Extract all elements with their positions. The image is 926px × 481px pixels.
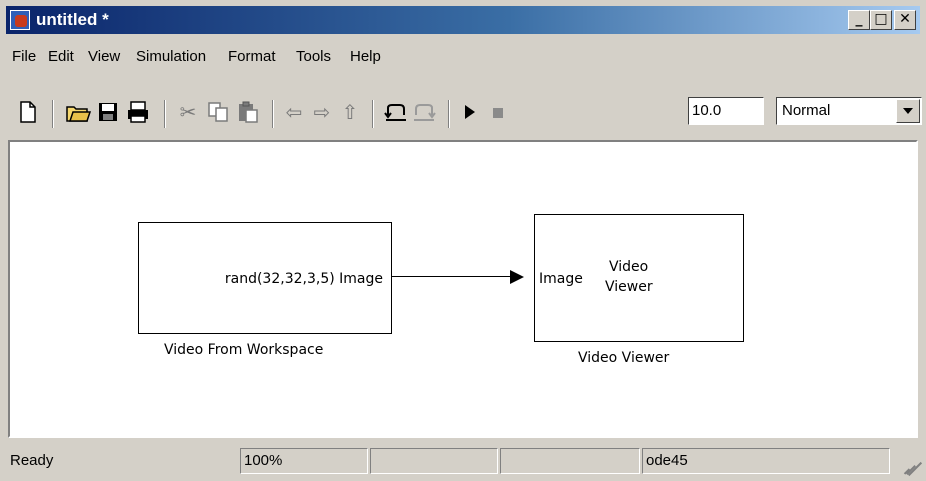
model-window: untitled * _ □ ✕ File Edit View Simulati… [0,0,926,481]
back-icon[interactable]: ⇦ [280,98,308,126]
paste-icon[interactable] [234,98,262,126]
menu-simulation[interactable]: Simulation [136,48,206,65]
up-icon[interactable]: ⇧ [336,98,364,126]
output-port-label: Image [339,271,383,287]
forward-icon[interactable]: ⇨ [308,98,336,126]
resize-grip-icon[interactable] [900,456,923,477]
menu-view[interactable]: View [88,48,120,65]
chevron-down-icon[interactable] [896,99,920,123]
menu-format[interactable]: Format [228,48,276,65]
redo-icon[interactable] [410,98,438,126]
block-content-line1: Video [609,259,649,275]
status-pane-3 [370,448,498,474]
status-bar: Ready 100% ode45 [6,446,923,477]
toolbar-separator [272,100,274,128]
signal-arrowhead [510,270,524,284]
model-canvas[interactable]: rand(32,32,3,5) Image Video From Workspa… [8,140,918,438]
menu-help[interactable]: Help [350,48,381,65]
cut-icon[interactable]: ✂ [174,98,202,126]
video-from-workspace-block[interactable]: rand(32,32,3,5) Image [138,222,392,334]
title-bar[interactable]: untitled * _ □ ✕ [6,6,920,34]
save-icon[interactable] [94,98,122,126]
menu-edit[interactable]: Edit [48,48,74,65]
maximize-button[interactable]: □ [870,10,892,30]
signal-line[interactable] [392,276,512,277]
toolbar-separator [164,100,166,128]
video-from-workspace-label: Video From Workspace [164,342,324,358]
menu-tools[interactable]: Tools [296,48,331,65]
menu-file[interactable]: File [12,48,36,65]
minimize-icon: _ [855,11,863,27]
undo-icon[interactable] [382,98,410,126]
start-simulation-button[interactable] [456,98,484,126]
toolbar-separator [372,100,374,128]
input-port-label: Image [539,271,583,287]
video-viewer-label: Video Viewer [578,350,670,366]
block-content-text: rand(32,32,3,5) [224,271,335,287]
simulation-mode-select[interactable]: Normal [776,97,922,125]
status-pane-4 [500,448,640,474]
video-viewer-block[interactable]: Image Video Viewer [534,214,744,342]
toolbar-separator [448,100,450,128]
status-state: Ready [10,452,54,469]
toolbar-separator [52,100,54,128]
stop-simulation-button[interactable] [484,98,512,126]
toolbar: ✂ ⇦ ⇨ ⇧ 10.0 Normal [6,84,922,140]
block-content-line2: Viewer [605,279,653,295]
open-icon[interactable] [64,98,92,126]
close-icon: ✕ [899,11,911,27]
status-zoom: 100% [240,448,368,474]
menu-bar: File Edit View Simulation Format Tools H… [6,36,920,82]
copy-icon[interactable] [204,98,232,126]
maximize-icon: □ [874,11,888,27]
simulation-mode-value: Normal [782,102,831,119]
minimize-button[interactable]: _ [848,10,870,30]
simulink-icon[interactable] [10,10,30,30]
new-icon[interactable] [14,98,42,126]
close-button[interactable]: ✕ [894,10,916,30]
window-title: untitled * [36,10,109,29]
print-icon[interactable] [124,98,152,126]
stop-time-input[interactable]: 10.0 [688,97,764,125]
status-solver: ode45 [642,448,890,474]
block-output-label: rand(32,32,3,5) Image [225,271,383,287]
